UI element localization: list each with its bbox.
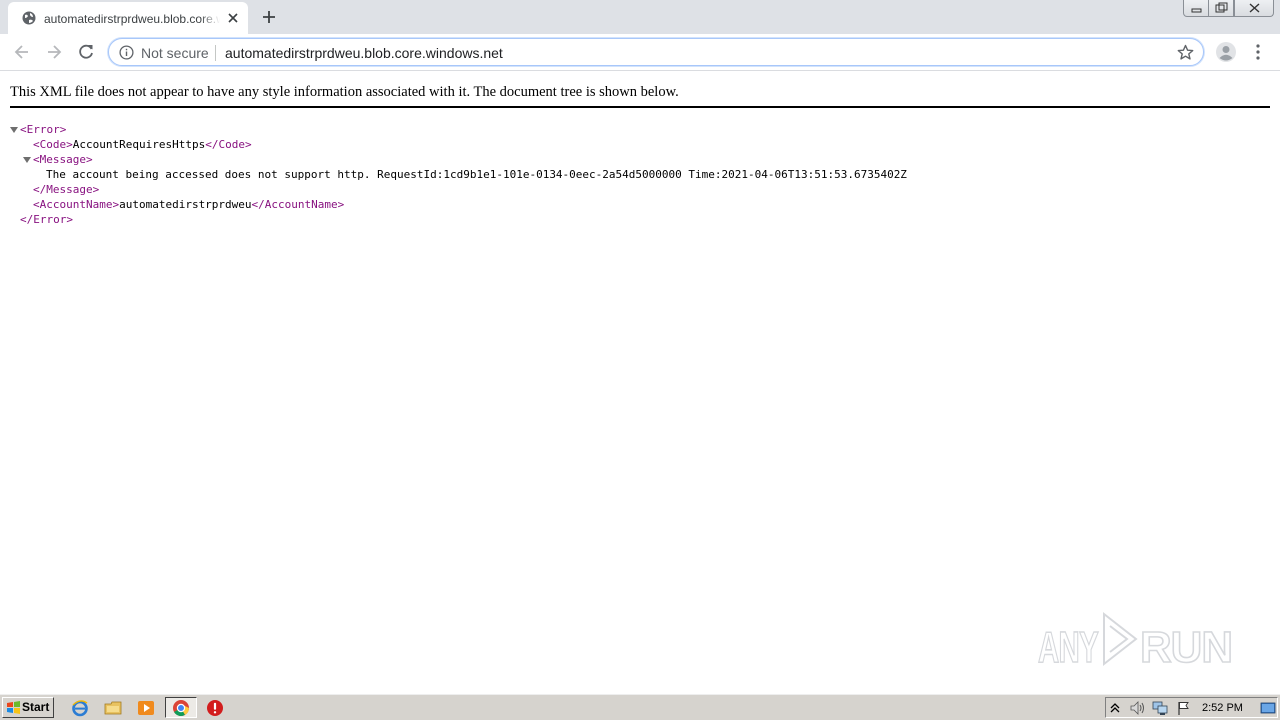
xml-tag: </Error> bbox=[20, 213, 73, 226]
profile-avatar-icon[interactable] bbox=[1215, 41, 1237, 63]
xml-tag: <Error> bbox=[20, 123, 67, 136]
system-tray bbox=[1105, 697, 1278, 718]
security-label[interactable]: Not secure bbox=[141, 44, 209, 62]
xml-tag: <Code> bbox=[33, 138, 73, 151]
internet-explorer-icon[interactable] bbox=[71, 699, 89, 717]
close-window-icon bbox=[1249, 3, 1260, 13]
bookmark-star-icon[interactable] bbox=[1177, 44, 1194, 61]
anyrun-watermark: ANY RUN bbox=[1037, 611, 1234, 672]
xml-line-error-close: </Error> bbox=[20, 212, 73, 227]
taskbar-active-chrome[interactable] bbox=[165, 697, 197, 718]
network-icon[interactable] bbox=[1152, 700, 1168, 716]
xml-tag: </AccountName> bbox=[251, 198, 345, 211]
xml-text: AccountRequiresHttps bbox=[72, 138, 206, 151]
xml-style-notice: This XML file does not appear to have an… bbox=[10, 83, 1270, 108]
info-icon[interactable] bbox=[119, 45, 134, 60]
xml-tag: </Code> bbox=[205, 138, 252, 151]
start-button[interactable]: Start bbox=[2, 697, 54, 718]
xml-line-message-open: <Message> bbox=[33, 152, 93, 167]
xml-line-message-close: </Message> bbox=[33, 182, 99, 197]
collapse-triangle-icon[interactable] bbox=[10, 126, 18, 134]
media-player-icon[interactable] bbox=[137, 699, 155, 717]
tab-strip: automatedirstrprdweu.blob.core.windows.n… bbox=[0, 0, 1280, 34]
back-icon[interactable] bbox=[12, 42, 32, 62]
forward-icon[interactable] bbox=[44, 42, 64, 62]
omnibox-divider bbox=[215, 45, 216, 61]
tab-title: automatedirstrprdweu.blob.core.windows.n… bbox=[44, 10, 220, 28]
stop-icon[interactable] bbox=[206, 699, 224, 717]
show-hidden-icons-icon[interactable] bbox=[1109, 700, 1121, 716]
xml-tag: </Message> bbox=[33, 183, 100, 196]
action-center-flag-icon[interactable] bbox=[1176, 700, 1192, 716]
svg-text:ANY: ANY bbox=[1038, 623, 1098, 672]
close-window-button[interactable] bbox=[1234, 0, 1274, 17]
show-desktop-icon[interactable] bbox=[1260, 700, 1276, 716]
close-tab-icon[interactable] bbox=[225, 10, 241, 26]
file-explorer-icon[interactable] bbox=[104, 699, 122, 717]
volume-icon[interactable] bbox=[1129, 700, 1145, 716]
browser-tab[interactable]: automatedirstrprdweu.blob.core.windows.n… bbox=[8, 2, 248, 34]
xml-line-accountname: <AccountName>automatedirstrprdweu</Accou… bbox=[33, 197, 344, 212]
xml-line-message-text: The account being accessed does not supp… bbox=[46, 167, 907, 182]
collapse-triangle-icon[interactable] bbox=[23, 156, 31, 164]
address-bar[interactable]: Not secure automatedirstrprdweu.blob.cor… bbox=[108, 38, 1204, 66]
minimize-button[interactable] bbox=[1183, 0, 1209, 17]
menu-dots-icon[interactable] bbox=[1252, 43, 1264, 61]
xml-tag: <Message> bbox=[33, 153, 93, 166]
xml-text: The account being accessed does not supp… bbox=[46, 168, 907, 181]
xml-line-error-open: <Error> bbox=[20, 122, 66, 137]
minimize-icon bbox=[1191, 8, 1202, 13]
svg-text:RUN: RUN bbox=[1140, 623, 1232, 672]
browser-toolbar: Not secure automatedirstrprdweu.blob.cor… bbox=[0, 34, 1280, 71]
url-text[interactable]: automatedirstrprdweu.blob.core.windows.n… bbox=[225, 44, 503, 62]
chrome-icon bbox=[173, 700, 189, 716]
xml-line-code: <Code>AccountRequiresHttps</Code> bbox=[33, 137, 252, 152]
clock[interactable]: 2:52 PM bbox=[1202, 702, 1243, 715]
windows-logo-icon bbox=[7, 701, 20, 714]
new-tab-icon[interactable] bbox=[260, 8, 278, 26]
globe-icon bbox=[22, 11, 36, 25]
reload-icon[interactable] bbox=[76, 42, 96, 62]
restore-button[interactable] bbox=[1208, 0, 1234, 17]
restore-icon bbox=[1215, 2, 1228, 13]
xml-tag: <AccountName> bbox=[33, 198, 120, 211]
taskbar: Start 2:52 PM bbox=[0, 693, 1280, 720]
xml-text: automatedirstrprdweu bbox=[119, 198, 252, 211]
start-label: Start bbox=[22, 700, 50, 714]
